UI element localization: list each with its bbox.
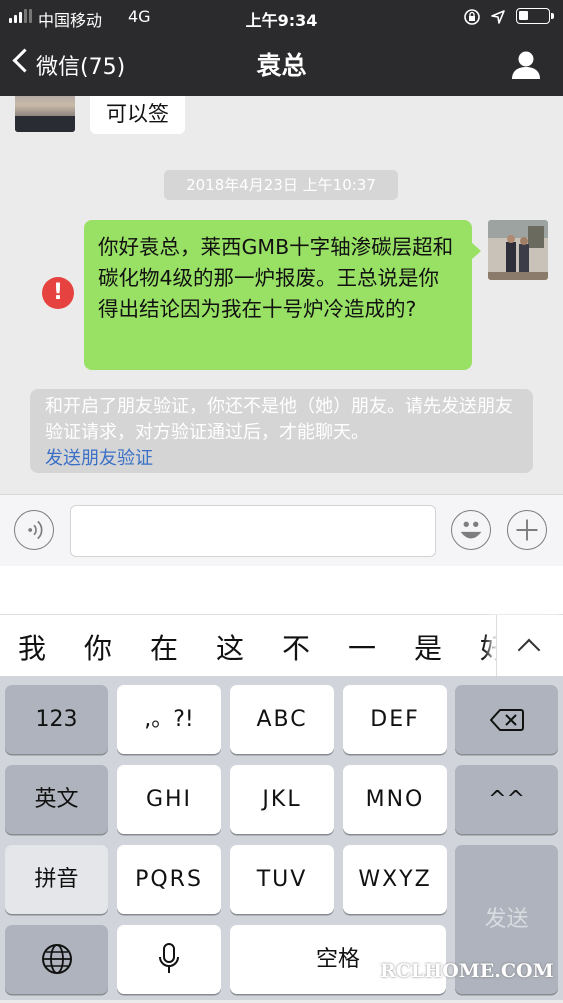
candidate-word[interactable]: 不 — [276, 627, 316, 667]
received-message-bubble[interactable]: 可以签 — [90, 96, 185, 134]
my-avatar[interactable] — [488, 220, 548, 280]
candidate-word[interactable]: 你 — [78, 627, 118, 667]
watermark: RCLHOME.COM — [380, 960, 554, 982]
key-wxyz[interactable]: WXYZ — [343, 845, 447, 914]
sent-message-text: 你好袁总，莱西GMB十字轴渗碳层超和碳化物4级的那一炉报废。王总说是你得出结论因… — [98, 235, 454, 321]
delete-key[interactable] — [455, 685, 558, 754]
expand-candidates-button[interactable] — [496, 615, 563, 677]
candidate-word[interactable]: 我 — [12, 627, 52, 667]
key-tuv[interactable]: TUV — [230, 845, 334, 914]
key-english[interactable]: 英文 — [5, 765, 108, 834]
location-icon — [491, 10, 505, 24]
chevron-up-icon — [517, 638, 541, 662]
keyboard-spacer — [0, 566, 563, 614]
send-friend-request-link[interactable]: 发送朋友验证 — [45, 448, 153, 469]
profile-icon[interactable] — [510, 50, 542, 80]
plus-icon[interactable] — [507, 510, 547, 550]
candidate-word[interactable]: 在 — [144, 627, 184, 667]
globe-icon — [41, 944, 72, 974]
candidate-word[interactable]: 一 — [342, 627, 382, 667]
key-pqrs[interactable]: PQRS — [117, 845, 221, 914]
sent-message-bubble[interactable]: 你好袁总，莱西GMB十字轴渗碳层超和碳化物4级的那一炉报废。王总说是你得出结论因… — [84, 220, 481, 370]
microphone-icon — [159, 943, 179, 973]
candidate-word[interactable]: 这 — [210, 627, 250, 667]
message-input[interactable] — [70, 505, 436, 557]
candidate-word[interactable]: 是 — [408, 627, 448, 667]
key-jkl[interactable]: JKL — [230, 765, 334, 834]
chat-title: 袁总 — [256, 51, 307, 80]
key-mno[interactable]: MNO — [343, 765, 447, 834]
system-notice: 和开启了朋友验证，你还不是他（她）朋友。请先发送朋友验证请求，对方验证通过后，才… — [30, 389, 533, 473]
key-punctuation[interactable]: ,。?! — [117, 685, 221, 754]
battery-icon — [516, 8, 554, 24]
microphone-key[interactable] — [117, 925, 221, 994]
orientation-lock-icon — [464, 9, 480, 25]
send-failed-icon[interactable]: ! — [42, 277, 74, 309]
candidate-bar: 我 你 在 这 不 一 是 好 — [0, 614, 563, 677]
key-pinyin[interactable]: 拼音 — [5, 845, 108, 914]
message-timestamp: 2018年4月23日 上午10:37 — [164, 170, 398, 200]
key-def[interactable]: DEF — [343, 685, 447, 754]
input-bar — [0, 494, 563, 567]
globe-key[interactable] — [5, 925, 108, 994]
key-abc[interactable]: ABC — [230, 685, 334, 754]
status-bar: 中国移动 4G 上午9:34 — [0, 0, 563, 32]
keyboard: 123 ,。?! ABC DEF 英文 GHI JKL MNO ^^ 拼音 PQ… — [0, 676, 563, 1000]
key-ghi[interactable]: GHI — [117, 765, 221, 834]
navigation-bar: 微信(75) 袁总 — [0, 32, 563, 96]
contact-avatar[interactable] — [15, 96, 75, 132]
key-123[interactable]: 123 — [5, 685, 108, 754]
backspace-icon — [489, 709, 524, 731]
emoji-icon[interactable] — [451, 510, 491, 550]
chat-area[interactable]: 可以签 2018年4月23日 上午10:37 ! 你好袁总，莱西GMB十字轴渗碳… — [0, 96, 563, 494]
top-bar: 中国移动 4G 上午9:34 微信(75) 袁总 — [0, 0, 563, 96]
system-notice-text: 和开启了朋友验证，你还不是他（她）朋友。请先发送朋友验证请求，对方验证通过后，才… — [45, 396, 513, 443]
key-emoticon[interactable]: ^^ — [455, 765, 558, 834]
voice-icon[interactable] — [14, 510, 54, 550]
